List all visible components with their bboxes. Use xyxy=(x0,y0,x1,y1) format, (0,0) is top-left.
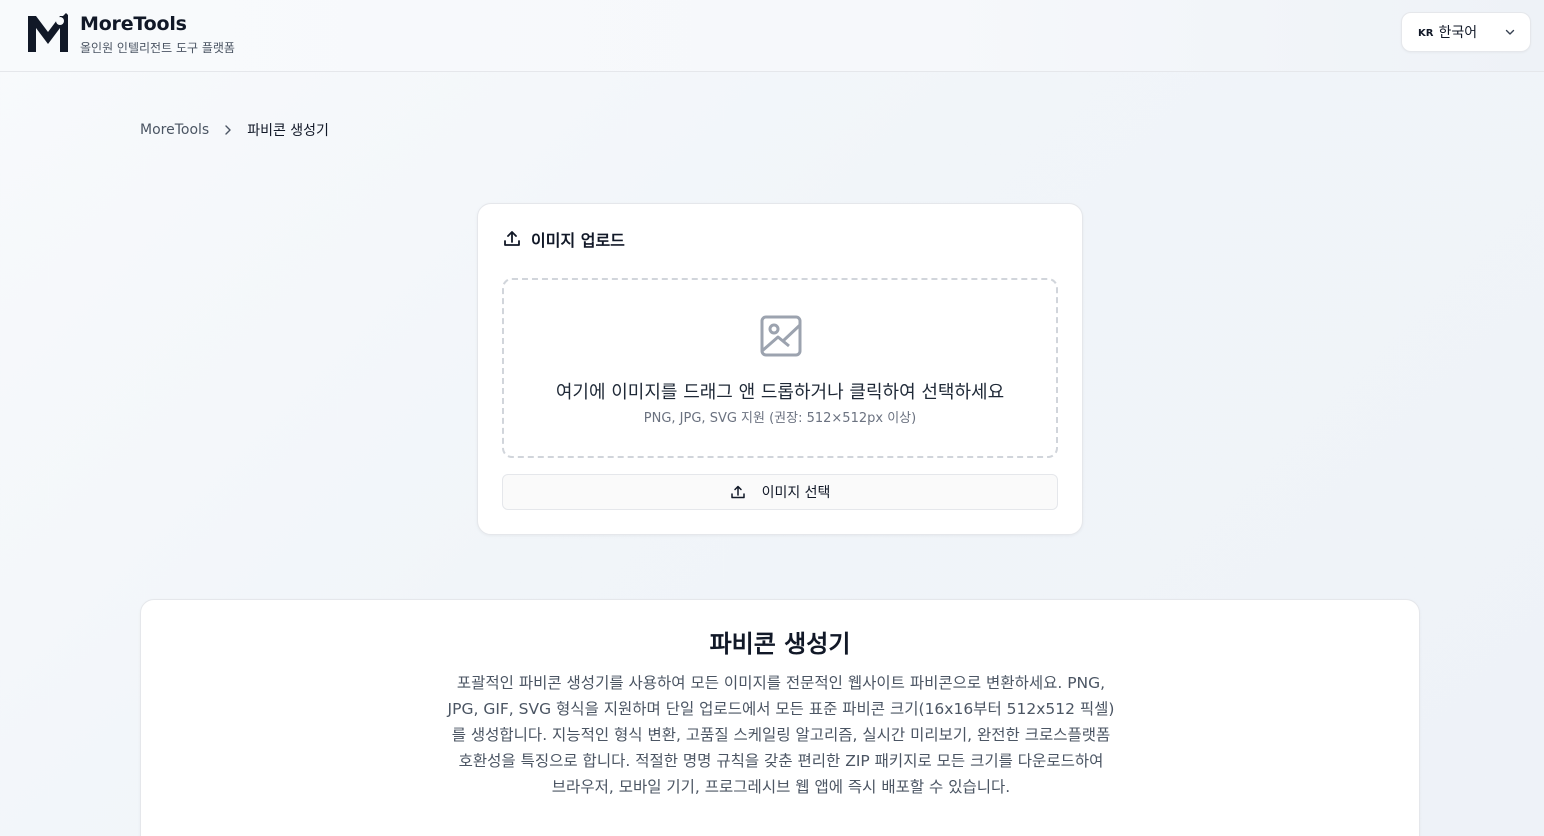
image-icon xyxy=(760,315,802,357)
chevron-right-icon xyxy=(225,125,231,135)
image-dropzone[interactable]: 여기에 이미지를 드래그 앤 드롭하거나 클릭하여 선택하세요 PNG, JPG… xyxy=(502,278,1058,458)
dropzone-format-hint: PNG, JPG, SVG 지원 (권장: 512×512px 이상) xyxy=(643,411,917,426)
upload-card-header: 이미지 업로드 xyxy=(502,228,625,250)
language-label: 한국어 xyxy=(1438,25,1478,41)
chevron-down-icon xyxy=(1505,29,1515,35)
upload-icon xyxy=(504,231,520,246)
moretools-logo-icon[interactable] xyxy=(28,12,68,52)
breadcrumb-current: 파비콘 생성기 xyxy=(247,123,329,139)
top-header: MoreTools 올인원 인텔리전트 도구 플랫폼 KR 한국어 xyxy=(0,0,1544,72)
favicon-info-card: 파비콘 생성기 포괄적인 파비콘 생성기를 사용하여 모든 이미지를 전문적인 … xyxy=(140,599,1420,836)
language-code: KR xyxy=(1418,27,1434,39)
breadcrumb-home-link[interactable]: MoreTools xyxy=(140,122,209,138)
language-selector[interactable]: KR 한국어 xyxy=(1401,12,1531,52)
breadcrumb: MoreTools 파비콘 생성기 xyxy=(140,120,329,140)
upload-card-title: 이미지 업로드 xyxy=(531,231,625,250)
upload-icon xyxy=(730,485,745,499)
brand-name[interactable]: MoreTools xyxy=(80,13,187,35)
select-image-label: 이미지 선택 xyxy=(761,485,831,501)
select-image-button[interactable]: 이미지 선택 xyxy=(502,474,1058,510)
dropzone-instruction: 여기에 이미지를 드래그 앤 드롭하거나 클릭하여 선택하세요 xyxy=(555,382,1005,403)
image-upload-card: 이미지 업로드 여기에 이미지를 드래그 앤 드롭하거나 클릭하여 선택하세요 … xyxy=(477,203,1083,535)
brand-tagline: 올인원 인텔리전트 도구 플랫폼 xyxy=(80,41,235,55)
page-title: 파비콘 생성기 xyxy=(709,630,851,658)
tool-description: 포괄적인 파비콘 생성기를 사용하여 모든 이미지를 전문적인 웹사이트 파비콘… xyxy=(447,674,1115,796)
